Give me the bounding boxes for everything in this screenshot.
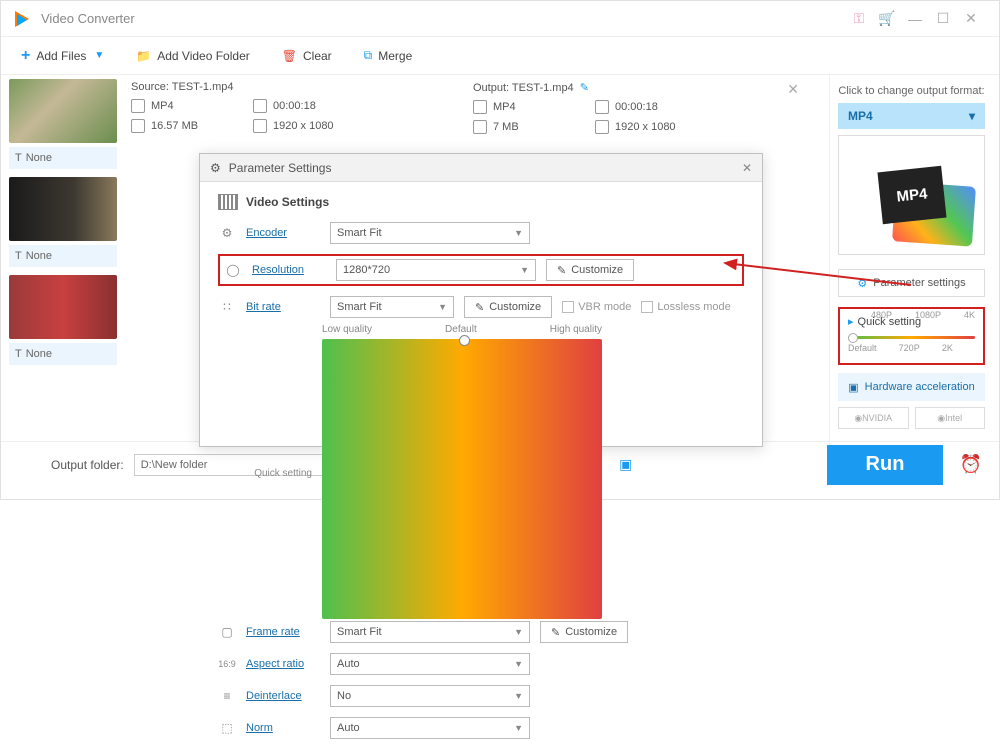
film-icon: [218, 194, 238, 210]
size-icon: [473, 120, 487, 134]
quick-setting-panel: ▸Quick setting 480P1080P4K Default720P2K: [838, 307, 985, 365]
size-icon: [131, 119, 145, 133]
format-icon: [473, 100, 487, 114]
dialog-close-button[interactable]: ✕: [742, 161, 752, 175]
nvidia-button[interactable]: ◉ NVIDIA: [838, 407, 909, 429]
quality-slider[interactable]: [322, 339, 602, 619]
output-label: Output: TEST-1.mp4: [473, 82, 574, 94]
resolution-icon: ◯: [224, 263, 242, 277]
toolbar: +Add Files▼ 📁Add Video Folder 🗑Clear ⧉Me…: [1, 37, 999, 75]
framerate-label: Frame rate: [246, 626, 320, 638]
dialog-title: Parameter Settings: [229, 161, 332, 175]
customize-bitrate-button[interactable]: ✎Customize: [464, 296, 552, 318]
thumbnail[interactable]: [9, 79, 117, 143]
gear-icon: ⚙: [218, 226, 236, 240]
intel-button[interactable]: ◉ Intel: [915, 407, 986, 429]
titlebar: Video Converter ⚿ 🛒 — ☐ ✕: [1, 1, 999, 37]
output-folder-label: Output folder:: [51, 458, 124, 472]
customize-framerate-button[interactable]: ✎Customize: [540, 621, 628, 643]
resolution-select[interactable]: 1280*720▼: [336, 259, 536, 281]
clear-button[interactable]: 🗑Clear: [272, 45, 342, 67]
pencil-icon[interactable]: ✎: [580, 82, 589, 94]
schedule-button[interactable]: ⏰: [953, 447, 989, 483]
format-icon: [131, 99, 145, 113]
encoder-select[interactable]: Smart Fit▼: [330, 222, 530, 244]
subtitle-none[interactable]: TNone: [9, 245, 117, 267]
format-preview[interactable]: MP4: [838, 135, 985, 255]
bitrate-label: Bit rate: [246, 301, 320, 313]
thumbnail-list: TNone TNone TNone: [1, 75, 121, 445]
add-folder-button[interactable]: 📁Add Video Folder: [126, 45, 259, 67]
norm-icon: ⬚: [218, 721, 236, 735]
aspect-label: Aspect ratio: [246, 658, 320, 670]
encoder-label: Encoder: [246, 227, 320, 239]
settings-icon: ⚙: [210, 161, 221, 175]
key-icon[interactable]: ⚿: [845, 5, 873, 33]
res-icon: [253, 119, 267, 133]
cart-icon[interactable]: 🛒: [873, 5, 901, 33]
parameter-settings-dialog: ⚙ Parameter Settings ✕ Video Settings ⚙ …: [199, 153, 763, 447]
vbr-checkbox[interactable]: VBR mode: [562, 301, 631, 313]
norm-select[interactable]: Auto▼: [330, 717, 530, 739]
format-hint-label: Click to change output format:: [838, 85, 985, 97]
lossless-checkbox[interactable]: Lossless mode: [641, 301, 730, 313]
norm-label: Norm: [246, 722, 320, 734]
run-button[interactable]: Run: [827, 445, 943, 485]
res-icon: [595, 120, 609, 134]
clock-icon: [253, 99, 267, 113]
add-files-button[interactable]: +Add Files▼: [11, 43, 114, 69]
framerate-icon: ▢: [218, 625, 236, 639]
bitrate-select[interactable]: Smart Fit▼: [330, 296, 454, 318]
deinterlace-select[interactable]: No▼: [330, 685, 530, 707]
thumbnail[interactable]: [9, 275, 117, 339]
clock-icon: [595, 100, 609, 114]
quick-setting-slider[interactable]: [848, 336, 975, 339]
source-label: Source: TEST-1.mp4: [131, 81, 353, 93]
minimize-button[interactable]: —: [901, 5, 929, 33]
close-button[interactable]: ✕: [957, 5, 985, 33]
parameter-settings-button[interactable]: ⚙Parameter settings: [838, 269, 985, 297]
aspect-icon: 16:9: [218, 659, 236, 669]
aspect-select[interactable]: Auto▼: [330, 653, 530, 675]
bitrate-icon: ∷: [218, 300, 236, 314]
resolution-highlight: ◯ Resolution 1280*720▼ ✎Customize: [218, 254, 744, 286]
customize-resolution-button[interactable]: ✎Customize: [546, 259, 634, 281]
app-logo: [15, 10, 33, 28]
app-title: Video Converter: [41, 11, 845, 26]
framerate-select[interactable]: Smart Fit▼: [330, 621, 530, 643]
thumbnail[interactable]: [9, 177, 117, 241]
maximize-button[interactable]: ☐: [929, 5, 957, 33]
subtitle-none[interactable]: TNone: [9, 343, 117, 365]
output-format-button[interactable]: MP4▾: [838, 103, 985, 129]
deinterlace-icon: ≡: [218, 689, 236, 703]
resolution-label: Resolution: [252, 264, 326, 276]
hardware-accel-button[interactable]: ▣Hardware acceleration: [838, 373, 985, 401]
subtitle-none[interactable]: TNone: [9, 147, 117, 169]
merge-button[interactable]: ⧉Merge: [354, 44, 423, 67]
deinterlace-label: Deinterlace: [246, 690, 320, 702]
close-item-button[interactable]: ✕: [787, 81, 799, 98]
